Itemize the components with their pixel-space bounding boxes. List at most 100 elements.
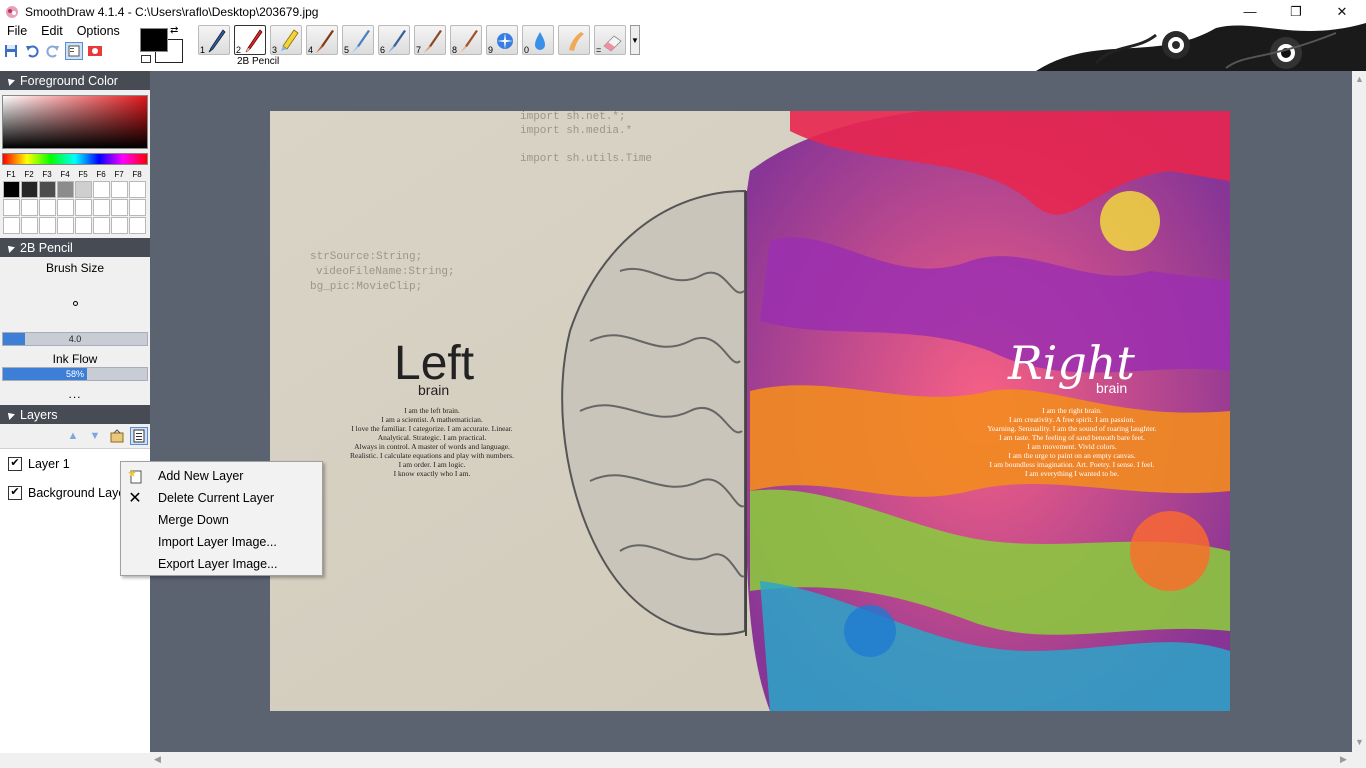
brush-slot-8[interactable]: 8 <box>450 25 482 55</box>
palette-swatch[interactable] <box>111 217 128 234</box>
layers-header[interactable]: Layers <box>0 405 150 424</box>
layer-visibility-checkbox[interactable]: ✔ <box>8 456 22 471</box>
check-icon: ✔ <box>10 486 20 498</box>
layer-menu-button[interactable] <box>130 427 148 445</box>
more-brush-settings[interactable]: ... <box>0 387 150 401</box>
collapse-triangle-icon <box>5 242 15 253</box>
palette-swatch[interactable] <box>3 217 20 234</box>
left-text-line: I love the familiar. I categorize. I am … <box>351 424 512 433</box>
code-line: strSource:String; <box>310 251 422 263</box>
brush-slot-6[interactable]: 6 <box>378 25 410 55</box>
brush-panel-header[interactable]: 2B Pencil <box>0 238 150 257</box>
ink-flow-slider[interactable]: 58% <box>2 367 148 381</box>
panel-toggle-button[interactable] <box>65 42 83 60</box>
sparkle-icon <box>497 33 513 49</box>
brush-slot-0[interactable]: 0 <box>522 25 554 55</box>
undo-button[interactable] <box>23 42 41 60</box>
brush-slot-2[interactable]: 2 <box>234 25 266 55</box>
menu-item-merge-down[interactable]: Merge Down <box>121 509 322 531</box>
move-layer-up-button[interactable]: ▲ <box>64 427 82 445</box>
palette-swatch[interactable] <box>39 217 56 234</box>
right-text-line: I am the right brain. <box>1042 406 1102 415</box>
reset-colors-icon[interactable] <box>141 55 151 63</box>
menu-edit[interactable]: Edit <box>34 23 70 40</box>
scroll-left-icon[interactable]: ◀ <box>154 754 161 765</box>
palette-swatch[interactable] <box>3 181 20 198</box>
palette-swatch[interactable] <box>57 217 74 234</box>
menu-item-add-new-layer[interactable]: Add New Layer <box>121 465 322 487</box>
brush-dropdown-button[interactable]: ▼ <box>630 25 640 55</box>
palette-swatch[interactable] <box>93 199 110 216</box>
scroll-right-icon[interactable]: ▶ <box>1340 754 1347 765</box>
save-button[interactable] <box>2 42 20 60</box>
right-text-line: I am boundless imagination. Art. Poetry.… <box>990 460 1155 469</box>
left-text-line: Realistic. I calculate equations and pla… <box>350 451 514 460</box>
palette-swatch[interactable] <box>75 217 92 234</box>
palette-swatch[interactable] <box>93 181 110 198</box>
scroll-down-icon[interactable]: ▼ <box>1355 737 1364 747</box>
horizontal-scrollbar[interactable]: ◀ ▶ <box>150 752 1366 768</box>
right-text-line: I am the urge to paint on an empty canva… <box>1008 451 1135 460</box>
menu-item-delete-current-layer[interactable]: ✕ Delete Current Layer <box>121 487 322 509</box>
layer-label: Background Laye <box>28 485 126 500</box>
palette-swatch[interactable] <box>3 199 20 216</box>
palette-swatch[interactable] <box>39 199 56 216</box>
brush-slot-smudge[interactable] <box>558 25 590 55</box>
move-layer-down-button[interactable]: ▼ <box>86 427 104 445</box>
palette-swatch[interactable] <box>57 199 74 216</box>
minimize-button[interactable]: — <box>1227 0 1273 23</box>
palette-swatch[interactable] <box>57 181 74 198</box>
palette-swatch[interactable] <box>21 181 38 198</box>
ink-flow-label: Ink Flow <box>52 352 98 366</box>
palette-swatch[interactable] <box>21 217 38 234</box>
close-button[interactable]: ✕ <box>1319 0 1365 23</box>
right-text-line: I am everything I wanted to be. <box>1025 469 1119 478</box>
fkey-labels: F1 F2 F3 F4 F5 F6 F7 F8 <box>6 170 142 179</box>
canvas-area[interactable]: import sh.net.*; import sh.media.* impor… <box>150 71 1352 752</box>
palette-swatch[interactable] <box>111 181 128 198</box>
record-button[interactable] <box>86 42 104 60</box>
palette-swatch[interactable] <box>93 217 110 234</box>
palette-swatch[interactable] <box>75 199 92 216</box>
foreground-color-header[interactable]: Foreground Color <box>0 71 150 90</box>
palette-swatch[interactable] <box>129 217 146 234</box>
brush-slot-7[interactable]: 7 <box>414 25 446 55</box>
swap-colors-icon[interactable]: ⇄ <box>170 25 178 36</box>
palette-swatch[interactable] <box>111 199 128 216</box>
scroll-up-icon[interactable]: ▲ <box>1355 74 1364 84</box>
brush-slot-5[interactable]: 5 <box>342 25 374 55</box>
window-title: SmoothDraw 4.1.4 - C:\Users\raflo\Deskto… <box>25 4 319 19</box>
brush-slot-1[interactable]: 1 <box>198 25 230 55</box>
quick-tools <box>2 42 104 60</box>
close-icon: ✕ <box>128 490 142 507</box>
maximize-button[interactable]: ❐ <box>1273 0 1319 23</box>
layer-visibility-checkbox[interactable]: ✔ <box>8 485 22 500</box>
palette-swatch[interactable] <box>39 181 56 198</box>
vertical-scrollbar[interactable]: ▲ ▼ <box>1352 71 1366 752</box>
palette-swatch[interactable] <box>129 181 146 198</box>
menu-file[interactable]: File <box>0 23 34 40</box>
menu-options[interactable]: Options <box>70 23 127 40</box>
hue-slider[interactable] <box>2 153 148 165</box>
palette-swatch[interactable] <box>21 199 38 216</box>
collapse-triangle-icon <box>5 75 15 86</box>
menu-item-export-layer-image[interactable]: Export Layer Image... <box>121 553 322 575</box>
brush-slot-3[interactable]: 3 <box>270 25 302 55</box>
layer-properties-icon <box>110 429 124 443</box>
layer-properties-button[interactable] <box>108 427 126 445</box>
layer-label: Layer 1 <box>28 456 70 471</box>
canvas-image[interactable]: import sh.net.*; import sh.media.* impor… <box>270 111 1230 711</box>
panel-icon <box>68 45 80 57</box>
foreground-color-swatch[interactable] <box>140 28 168 52</box>
palette-swatch[interactable] <box>129 199 146 216</box>
menu-item-import-layer-image[interactable]: Import Layer Image... <box>121 531 322 553</box>
color-picker-area[interactable] <box>2 95 148 149</box>
brush-slot-9[interactable]: 9 <box>486 25 518 55</box>
redo-button[interactable] <box>44 42 62 60</box>
brush-slot-4[interactable]: 4 <box>306 25 338 55</box>
layer-context-menu: Add New Layer ✕ Delete Current Layer Mer… <box>120 461 323 576</box>
brush-size-slider[interactable]: 4.0 <box>2 332 148 346</box>
brush-slot-eraser[interactable]: = <box>594 25 626 55</box>
palette-swatch[interactable] <box>75 181 92 198</box>
app-logo-icon <box>6 5 18 18</box>
